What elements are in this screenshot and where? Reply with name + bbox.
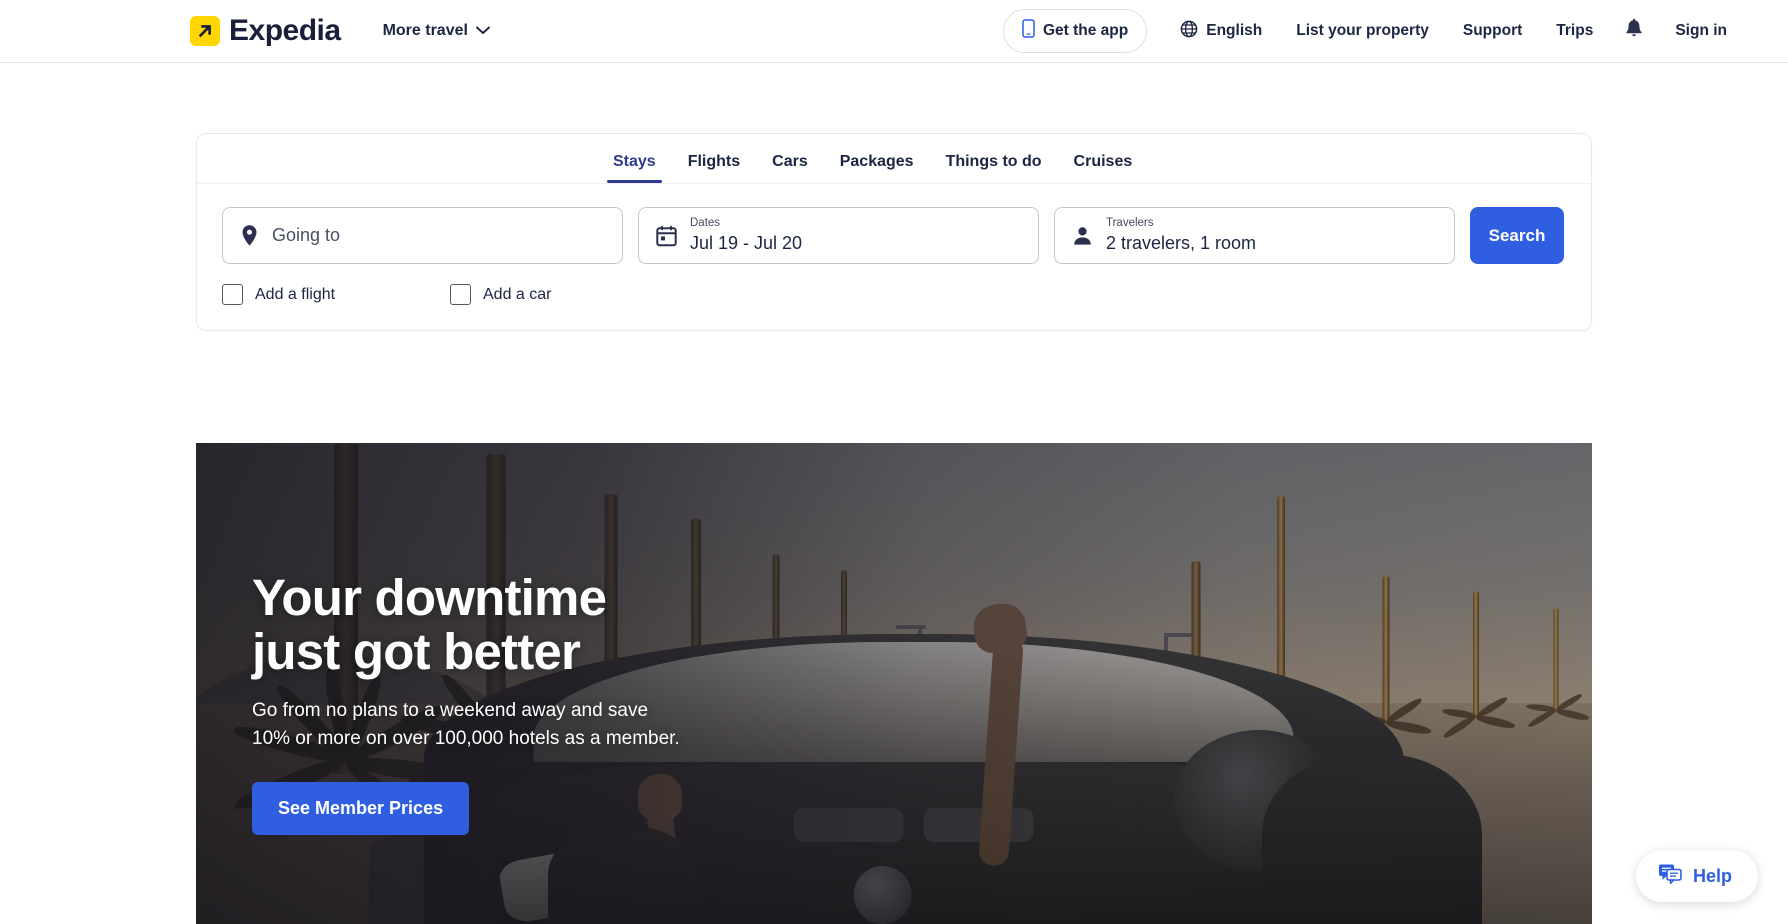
add-a-flight-checkbox-box[interactable]	[222, 284, 243, 305]
hero-subtitle-line-1: Go from no plans to a weekend away and s…	[252, 700, 649, 722]
map-pin-icon	[240, 224, 259, 247]
hero-subtitle: Go from no plans to a weekend away and s…	[252, 697, 872, 752]
calendar-icon	[656, 225, 677, 247]
destination-placeholder: Going to	[272, 225, 341, 246]
sign-in-button[interactable]: Sign in	[1658, 13, 1744, 49]
tab-stays-label: Stays	[613, 153, 656, 170]
trips-link[interactable]: Trips	[1539, 13, 1610, 49]
hero-content: Your downtime just got better Go from no…	[252, 569, 872, 836]
language-label: English	[1206, 22, 1263, 39]
more-travel-menu[interactable]: More travel	[379, 16, 494, 46]
list-your-property-label: List your property	[1296, 22, 1429, 39]
site-header: Expedia More travel Get the app English …	[0, 0, 1788, 63]
tab-flights[interactable]: Flights	[672, 154, 756, 183]
header-nav: Get the app English List your property S…	[1002, 9, 1744, 53]
search-tabs: Stays Flights Cars Packages Things to do…	[197, 134, 1591, 184]
dates-body: Dates Jul 19 - Jul 20	[690, 217, 802, 254]
tab-cruises-label: Cruises	[1073, 153, 1133, 170]
hero-title-line-2: just got better	[252, 623, 581, 681]
expedia-logo[interactable]: Expedia	[190, 16, 341, 46]
expedia-wordmark: Expedia	[229, 14, 341, 47]
dates-label: Dates	[690, 216, 721, 229]
tab-things-to-do[interactable]: Things to do	[930, 154, 1058, 183]
tab-stays[interactable]: Stays	[597, 154, 672, 183]
get-the-app-button[interactable]: Get the app	[1002, 9, 1148, 53]
travelers-field[interactable]: Travelers 2 travelers, 1 room	[1054, 207, 1455, 264]
hero-title: Your downtime just got better	[252, 569, 872, 681]
tab-flights-label: Flights	[687, 153, 741, 170]
travelers-body: Travelers 2 travelers, 1 room	[1106, 217, 1256, 254]
tab-packages[interactable]: Packages	[824, 154, 930, 183]
destination-field[interactable]: Going to	[222, 207, 623, 264]
travelers-label: Travelers	[1106, 216, 1154, 229]
chevron-down-icon	[475, 22, 490, 40]
dates-value: Jul 19 - Jul 20	[690, 232, 803, 253]
get-the-app-label: Get the app	[1042, 22, 1129, 39]
hero-banner: Your downtime just got better Go from no…	[196, 443, 1592, 924]
search-widget: Stays Flights Cars Packages Things to do…	[196, 133, 1592, 331]
support-label: Support	[1462, 22, 1523, 39]
help-label: Help	[1692, 865, 1732, 886]
help-button[interactable]: Help	[1635, 850, 1758, 902]
search-fields-row: Going to Dates Jul 19 - Jul 20 Travelers…	[197, 184, 1591, 264]
destination-body: Going to	[272, 224, 340, 247]
search-options-row: Add a flight Add a car	[197, 264, 1591, 330]
sign-in-label: Sign in	[1675, 22, 1727, 39]
add-a-car-label: Add a car	[483, 285, 552, 303]
tab-packages-label: Packages	[839, 153, 914, 170]
list-your-property-link[interactable]: List your property	[1279, 13, 1446, 49]
add-a-flight-checkbox[interactable]: Add a flight	[222, 284, 450, 305]
traveler-person-icon	[1072, 225, 1093, 247]
trips-label: Trips	[1556, 22, 1594, 39]
add-a-car-checkbox-box[interactable]	[450, 284, 471, 305]
bell-icon	[1624, 18, 1644, 45]
mobile-phone-icon	[1022, 19, 1035, 43]
add-a-car-checkbox[interactable]: Add a car	[450, 284, 551, 305]
add-a-flight-label: Add a flight	[255, 285, 336, 303]
hero-subtitle-line-2: 10% or more on over 100,000 hotels as a …	[252, 727, 680, 749]
chat-bubble-icon	[1658, 863, 1682, 889]
support-link[interactable]: Support	[1446, 13, 1539, 49]
tab-cruises[interactable]: Cruises	[1058, 154, 1149, 183]
search-button[interactable]: Search	[1470, 207, 1564, 264]
globe-icon	[1180, 20, 1198, 43]
dates-field[interactable]: Dates Jul 19 - Jul 20	[638, 207, 1039, 264]
see-member-prices-button[interactable]: See Member Prices	[252, 782, 470, 836]
tab-cars-label: Cars	[772, 153, 808, 170]
expedia-logo-icon	[190, 16, 220, 46]
travelers-value: 2 travelers, 1 room	[1106, 232, 1257, 253]
more-travel-label: More travel	[382, 22, 468, 39]
hero-title-line-1: Your downtime	[252, 569, 607, 626]
tab-things-to-do-label: Things to do	[945, 153, 1042, 170]
header-left-group: Expedia More travel	[190, 16, 494, 46]
notifications-button[interactable]	[1610, 10, 1658, 53]
language-selector[interactable]: English	[1163, 11, 1279, 52]
tab-cars[interactable]: Cars	[756, 154, 824, 183]
